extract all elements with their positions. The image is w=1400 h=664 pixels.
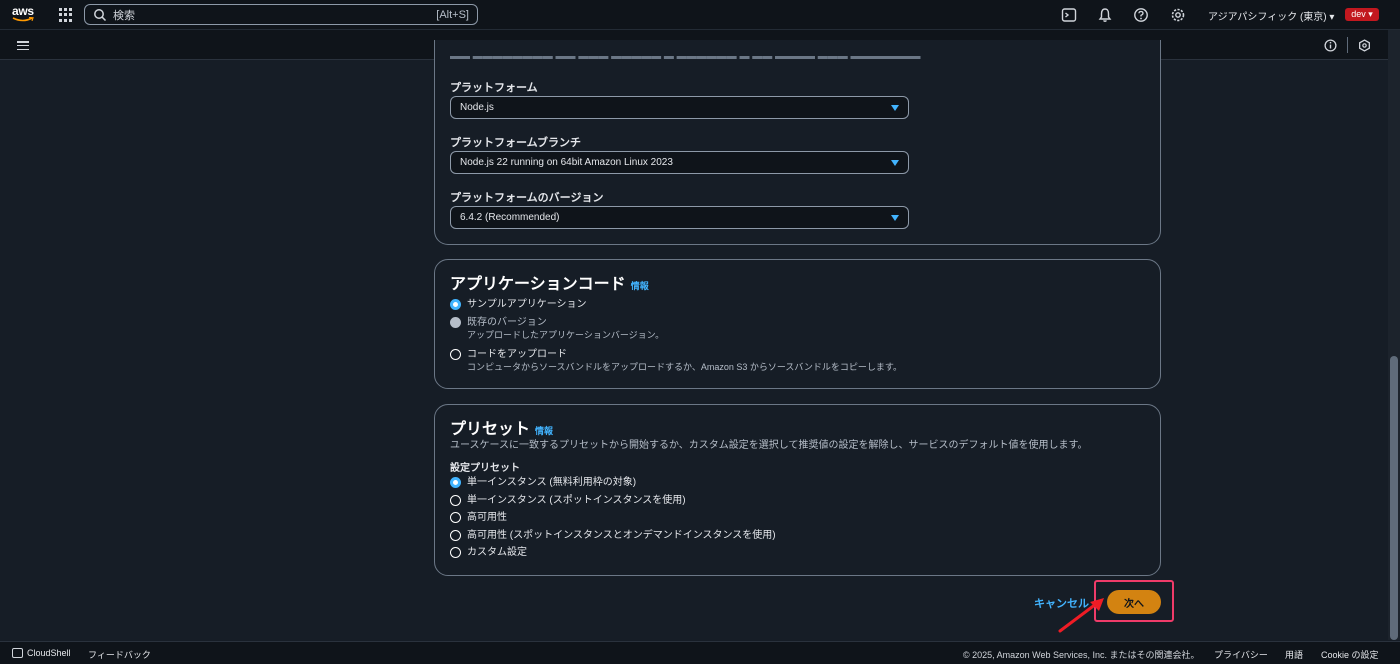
menu-icon[interactable]: [17, 41, 29, 50]
radio-single-instance-spot[interactable]: 単一インスタンス (スポットインスタンスを使用): [450, 494, 686, 507]
info-panel-icon[interactable]: [1324, 39, 1337, 52]
radio-unselected-icon[interactable]: [450, 349, 461, 360]
caret-down-icon: [891, 104, 899, 111]
account-menu[interactable]: dev ▾: [1345, 8, 1379, 21]
aws-logo[interactable]: aws: [12, 5, 36, 25]
clipped-text: ▬▬ ▬▬▬▬▬▬▬▬ ▬▬ ▬▬▬ ▬▬▬▬▬ ▬ ▬▬▬▬▬▬ ▬ ▬▬ ▬…: [450, 55, 921, 61]
subbar-divider: [1347, 37, 1348, 53]
services-menu-icon[interactable]: [59, 8, 73, 22]
help-icon[interactable]: [1133, 7, 1149, 23]
caret-down-icon: [891, 159, 899, 166]
radio-unselected-icon[interactable]: [450, 495, 461, 506]
radio-high-availability-spot-ondemand[interactable]: 高可用性 (スポットインスタンスとオンデマンドインスタンスを使用): [450, 529, 776, 542]
cloudshell-icon[interactable]: [1061, 7, 1077, 23]
info-link[interactable]: 情報: [535, 426, 553, 436]
search-shortcut: [Alt+S]: [436, 8, 469, 21]
next-button[interactable]: 次へ: [1107, 590, 1161, 614]
radio-existing-version: 既存のバージョン アップロードしたアプリケーションバージョン。: [450, 316, 664, 342]
radio-sample-application[interactable]: サンプルアプリケーション: [450, 298, 587, 311]
radio-disabled-icon: [450, 317, 461, 328]
platform-label: プラットフォーム: [450, 82, 538, 94]
annotation-arrow-icon: [1058, 598, 1104, 633]
platform-branch-value: Node.js 22 running on 64bit Amazon Linux…: [460, 157, 673, 168]
platform-select[interactable]: Node.js: [450, 96, 909, 119]
search-icon: [94, 8, 107, 21]
feedback-link[interactable]: フィードバック: [88, 648, 151, 661]
terms-link[interactable]: 用語: [1285, 648, 1303, 661]
platform-branch-label: プラットフォームブランチ: [450, 137, 582, 149]
aws-smile-icon: [12, 17, 34, 22]
platform-version-label: プラットフォームのバージョン: [450, 192, 604, 204]
cookie-settings-link[interactable]: Cookie の設定: [1321, 648, 1379, 661]
radio-unselected-icon[interactable]: [450, 530, 461, 541]
radio-selected-icon[interactable]: [450, 477, 461, 488]
region-selector[interactable]: アジアパシフィック (東京) ▾: [1208, 8, 1334, 23]
radio-unselected-icon[interactable]: [450, 512, 461, 523]
radio-high-availability[interactable]: 高可用性: [450, 511, 507, 524]
radio-unselected-icon[interactable]: [450, 547, 461, 558]
platform-version-value: 6.4.2 (Recommended): [460, 212, 560, 223]
copyright-text: © 2025, Amazon Web Services, Inc. またはその関…: [963, 650, 1200, 660]
radio-single-instance-free[interactable]: 単一インスタンス (無料利用枠の対象): [450, 476, 636, 489]
radio-custom-configuration[interactable]: カスタム設定: [450, 546, 527, 559]
radio-upload-code[interactable]: コードをアップロード コンピュータからソースバンドルをアップロードするか、Ama…: [450, 348, 902, 374]
radio-selected-icon[interactable]: [450, 299, 461, 310]
search-input[interactable]: 検索 [Alt+S]: [84, 4, 478, 25]
cloudshell-icon: [12, 648, 23, 658]
platform-branch-select[interactable]: Node.js 22 running on 64bit Amazon Linux…: [450, 151, 909, 174]
gear-icon[interactable]: [1170, 7, 1186, 23]
caret-down-icon: [891, 214, 899, 221]
platform-version-select[interactable]: 6.4.2 (Recommended): [450, 206, 909, 229]
bell-icon[interactable]: [1097, 7, 1113, 23]
platform-value: Node.js: [460, 102, 494, 113]
presets-description: ユースケースに一致するプリセットから開始するか、カスタム設定を選択して推奨値の設…: [450, 440, 1088, 451]
privacy-link[interactable]: プライバシー: [1214, 648, 1268, 661]
cloudshell-button[interactable]: CloudShell: [12, 648, 71, 658]
search-placeholder: 検索: [113, 9, 135, 22]
shortcuts-icon[interactable]: [1358, 39, 1371, 52]
scrollbar-thumb[interactable]: [1390, 356, 1398, 640]
presets-group-label: 設定プリセット: [450, 463, 520, 474]
application-code-heading: アプリケーションコード 情報: [450, 276, 649, 293]
info-link[interactable]: 情報: [631, 281, 649, 291]
